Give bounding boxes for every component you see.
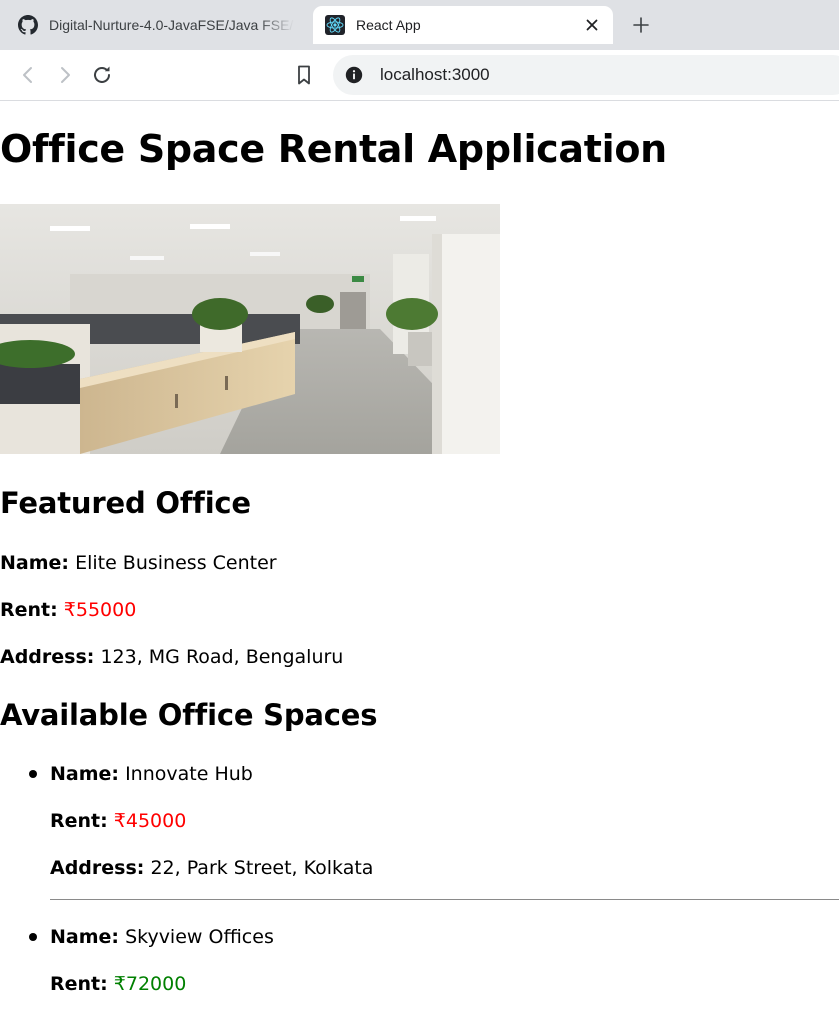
name-label: Name:: [50, 763, 120, 785]
office-name: Name: Innovate Hub: [50, 763, 253, 785]
react-icon: [325, 15, 345, 35]
name-value: Innovate Hub: [125, 763, 253, 785]
back-arrow-icon[interactable]: [16, 63, 40, 87]
rent-value: ₹55000: [63, 599, 137, 621]
rent-label: Rent:: [0, 599, 58, 621]
featured-rent: Rent: ₹55000: [0, 599, 136, 621]
github-icon: [18, 15, 38, 35]
rent-label: Rent:: [50, 973, 108, 995]
featured-address: Address: 123, MG Road, Bengaluru: [0, 646, 343, 668]
address-label: Address:: [50, 857, 145, 879]
name-value: Elite Business Center: [75, 552, 277, 574]
reload-icon[interactable]: [90, 63, 114, 87]
browser-tab-strip: Digital-Nurture-4.0-JavaFSE/Java FSE/Wee…: [0, 0, 839, 50]
tab-github[interactable]: Digital-Nurture-4.0-JavaFSE/Java FSE/Wee…: [0, 6, 300, 44]
office-name: Name: Skyview Offices: [50, 926, 274, 948]
address-label: Address:: [0, 646, 95, 668]
featured-office-heading: Featured Office: [0, 486, 251, 520]
featured-name: Name: Elite Business Center: [0, 552, 277, 574]
rent-value: ₹72000: [113, 973, 187, 995]
name-value: Skyview Offices: [125, 926, 274, 948]
address-value: 123, MG Road, Bengaluru: [100, 646, 344, 668]
name-label: Name:: [50, 926, 120, 948]
url-text[interactable]: localhost:3000: [380, 65, 490, 85]
address-bar[interactable]: localhost:3000: [333, 55, 839, 95]
list-bullet: [29, 770, 37, 778]
address-value: 22, Park Street, Kolkata: [150, 857, 374, 879]
rent-value: ₹45000: [113, 810, 187, 832]
office-address: Address: 22, Park Street, Kolkata: [50, 857, 373, 879]
close-icon[interactable]: [583, 16, 601, 34]
office-rent: Rent: ₹72000: [50, 973, 186, 995]
tab-title: Digital-Nurture-4.0-JavaFSE/Java FSE/Wee…: [49, 17, 294, 33]
office-photo: [0, 204, 500, 454]
list-bullet: [29, 933, 37, 941]
office-divider: [50, 899, 839, 900]
new-tab-plus-icon[interactable]: [630, 14, 652, 36]
available-offices-heading: Available Office Spaces: [0, 698, 378, 732]
browser-toolbar: localhost:3000: [0, 50, 839, 101]
name-label: Name:: [0, 552, 70, 574]
tab-react-app[interactable]: React App: [313, 6, 613, 44]
site-info-icon[interactable]: [345, 66, 363, 84]
office-rent: Rent: ₹45000: [50, 810, 186, 832]
bookmark-icon[interactable]: [292, 63, 316, 87]
page-content: Office Space Rental Application Featured…: [0, 101, 839, 1016]
forward-arrow-icon[interactable]: [53, 63, 77, 87]
rent-label: Rent:: [50, 810, 108, 832]
tab-title: React App: [356, 17, 421, 33]
page-title: Office Space Rental Application: [0, 127, 667, 171]
